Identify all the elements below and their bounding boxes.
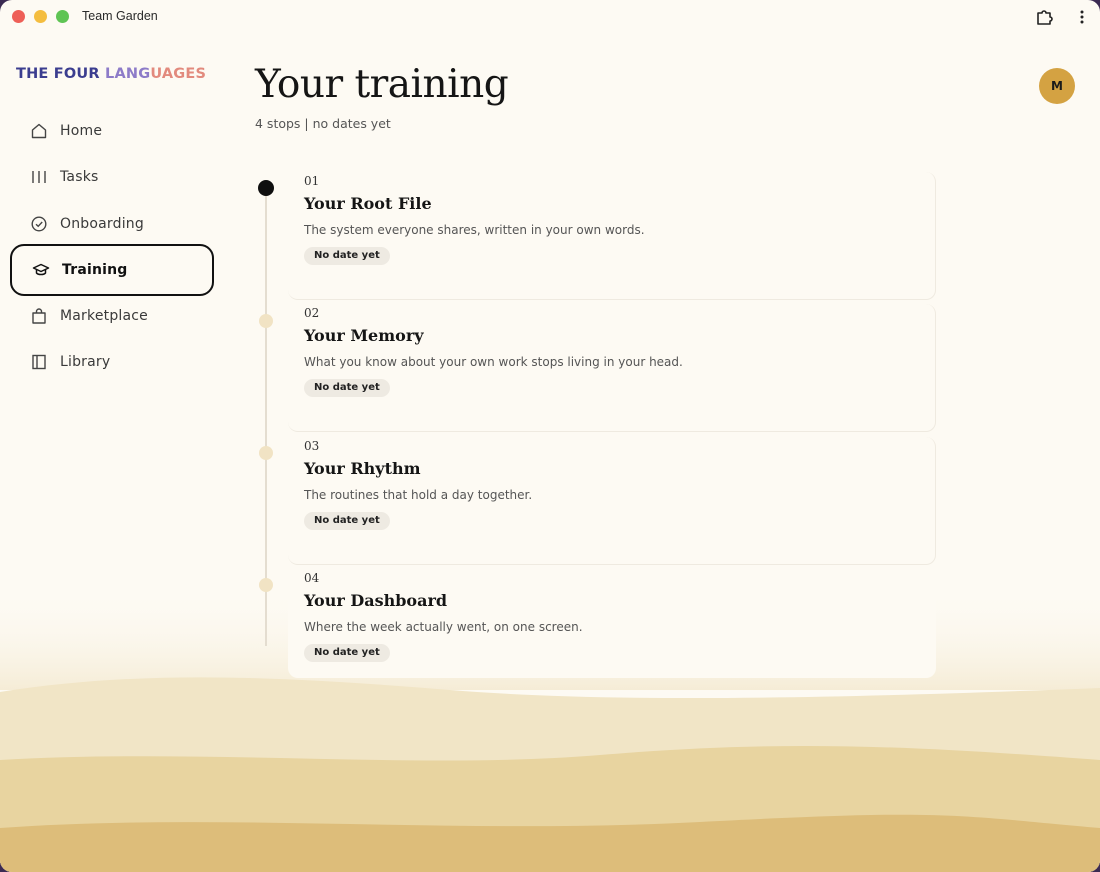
tasks-icon — [32, 171, 46, 184]
graduation-cap-icon — [32, 263, 50, 276]
timeline-dot-current — [258, 180, 274, 196]
stop-title: Your Root File — [304, 194, 432, 213]
sidebar-item-tasks[interactable]: Tasks — [10, 154, 214, 200]
extension-puzzle-icon[interactable] — [1034, 7, 1054, 27]
shopping-bag-icon — [32, 308, 46, 324]
date-badge: No date yet — [304, 644, 390, 662]
stop-title: Your Dashboard — [304, 591, 448, 610]
date-badge: No date yet — [304, 379, 390, 397]
window-title: Team Garden — [82, 9, 158, 23]
app-window: Team Garden THE FOUR LANGUAGES Home Task… — [0, 0, 1100, 872]
sidebar-item-label: Onboarding — [60, 215, 144, 232]
sidebar-item-marketplace[interactable]: Marketplace — [10, 293, 214, 339]
minimize-window-button[interactable] — [34, 10, 47, 23]
training-stop-card[interactable]: 03 Your Rhythm The routines that hold a … — [288, 437, 936, 565]
sidebar-nav: Home Tasks Onboarding Training Marketpla… — [10, 108, 214, 385]
home-icon — [31, 123, 47, 139]
stop-number: 02 — [304, 306, 320, 320]
page-title: Your training — [255, 62, 509, 107]
stop-description: What you know about your own work stops … — [304, 355, 683, 369]
check-circle-icon — [31, 216, 47, 232]
sidebar-item-home[interactable]: Home — [10, 108, 214, 154]
sidebar-item-library[interactable]: Library — [10, 339, 214, 385]
date-badge: No date yet — [304, 247, 390, 265]
sidebar-item-label: Library — [60, 354, 111, 371]
brand-logo[interactable]: THE FOUR LANGUAGES — [16, 66, 206, 82]
sidebar-item-label: Home — [60, 123, 103, 139]
maximize-window-button[interactable] — [56, 10, 69, 23]
sidebar-item-label: Tasks — [60, 169, 99, 186]
training-stop-card[interactable]: 01 Your Root File The system everyone sh… — [288, 172, 936, 300]
sidebar-item-training[interactable]: Training — [10, 243, 214, 296]
avatar[interactable]: M — [1039, 68, 1075, 104]
sidebar-item-onboarding[interactable]: Onboarding — [10, 201, 214, 247]
book-icon — [32, 354, 46, 370]
stop-number: 01 — [304, 174, 320, 188]
brand-logo-part: UAGES — [150, 66, 207, 82]
sidebar-item-label: Training — [62, 261, 128, 278]
stop-description: The system everyone shares, written in y… — [304, 223, 645, 237]
training-stop-card[interactable]: 02 Your Memory What you know about your … — [288, 304, 936, 432]
timeline-dot — [259, 578, 273, 592]
stop-title: Your Memory — [304, 326, 424, 345]
training-stop-card[interactable]: 04 Your Dashboard Where the week actuall… — [288, 569, 936, 678]
timeline-dot — [259, 314, 273, 328]
title-bar: Team Garden — [0, 0, 1100, 34]
more-vertical-icon[interactable] — [1074, 9, 1090, 25]
stop-number: 03 — [304, 439, 320, 453]
sidebar-item-label: Marketplace — [60, 307, 148, 324]
timeline-dot — [259, 446, 273, 460]
brand-logo-part: THE FOUR — [16, 66, 105, 82]
stop-number: 04 — [304, 571, 320, 585]
close-window-button[interactable] — [12, 10, 25, 23]
brand-logo-part: LANG — [105, 66, 151, 82]
stop-title: Your Rhythm — [304, 459, 421, 478]
stop-description: The routines that hold a day together. — [304, 488, 533, 502]
stop-description: Where the week actually went, on one scr… — [304, 620, 583, 634]
page-subtitle: 4 stops | no dates yet — [255, 116, 391, 131]
date-badge: No date yet — [304, 512, 390, 530]
